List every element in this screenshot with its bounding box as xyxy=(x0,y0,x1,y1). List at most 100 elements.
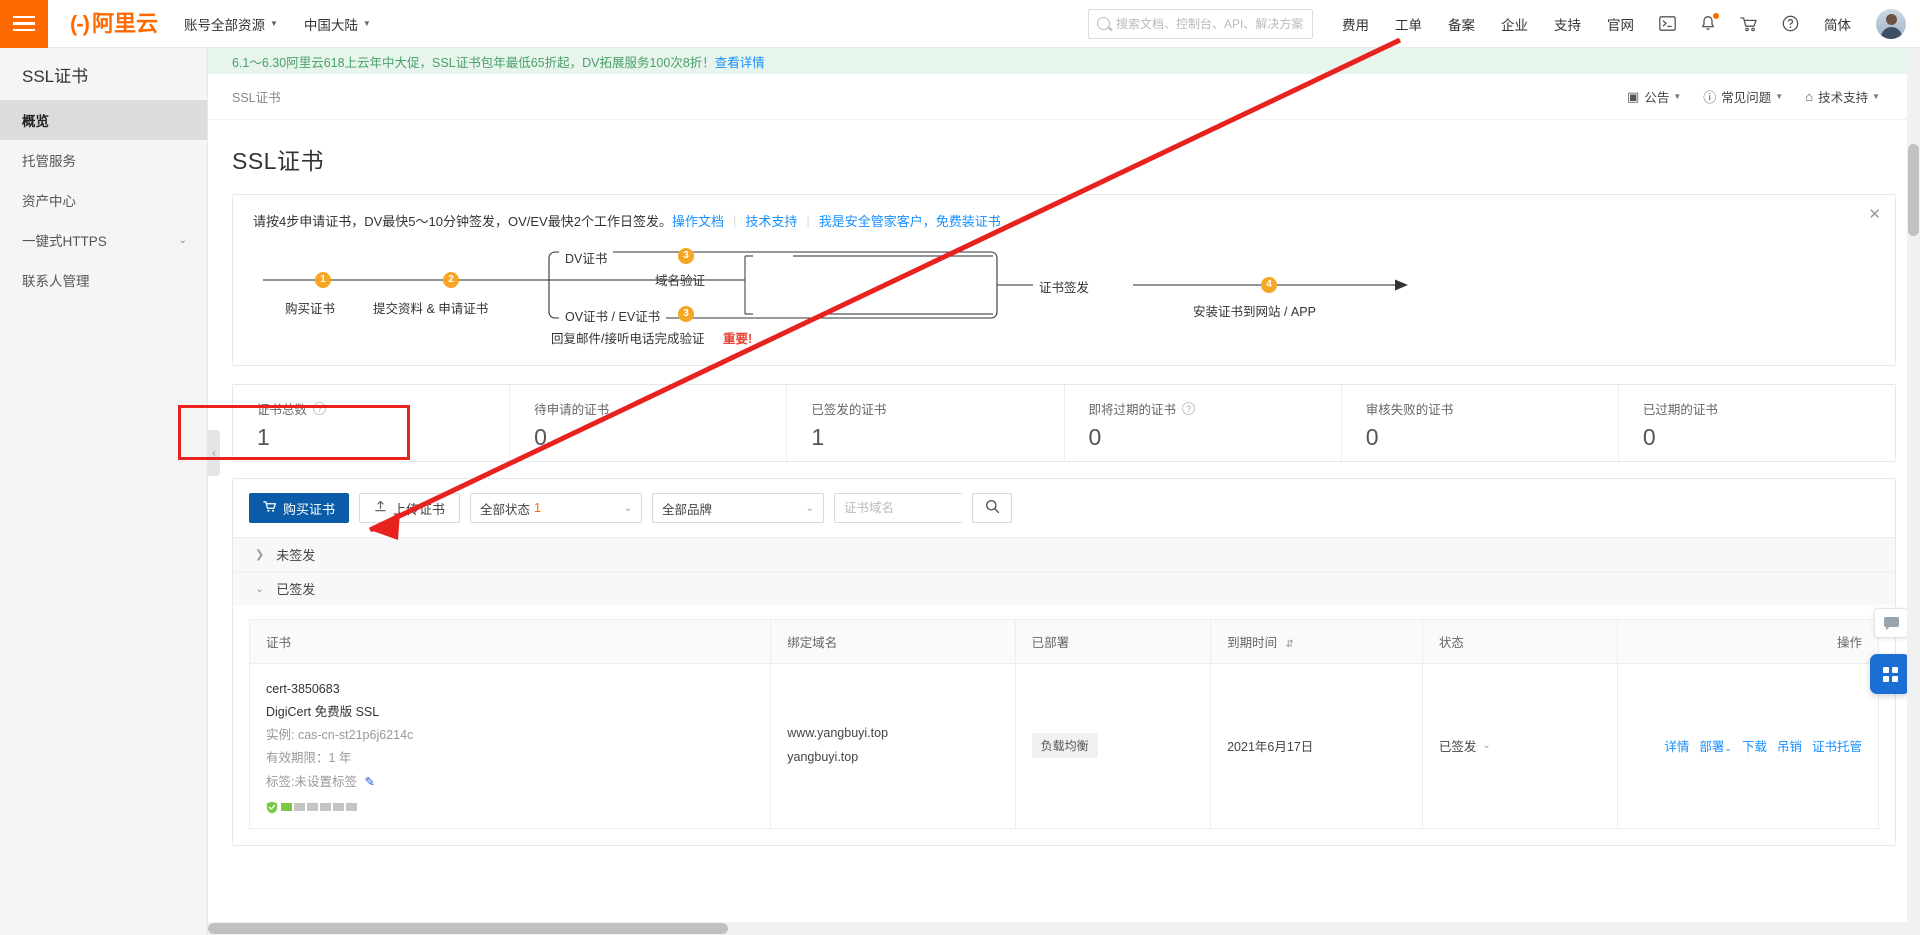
col-expire-time: 到期时间 ⇵ xyxy=(1210,619,1423,664)
domain-search-input[interactable] xyxy=(834,493,963,523)
close-icon[interactable]: ✕ xyxy=(1868,207,1881,222)
status-filter-select[interactable]: 全部状态 1 ⌄ xyxy=(470,493,643,523)
promo-banner: 6.1～6.30阿里云618上云年中大促，SSL证书包年最低65折起，DV拓展服… xyxy=(208,48,1920,74)
deployed-chip: 负载均衡 xyxy=(1031,733,1098,759)
group-unissued[interactable]: ❯ 未签发 xyxy=(233,537,1895,571)
nav-link-website[interactable]: 官网 xyxy=(1607,14,1634,34)
guide-link-support[interactable]: 技术支持 xyxy=(745,211,797,230)
global-search-input[interactable] xyxy=(1116,16,1304,31)
top-header-bar: (-) 阿里云 账号全部资源 ▼ 中国大陆 ▼ 费用 工单 备案 企业 支持 官… xyxy=(0,0,1920,48)
help-icon[interactable]: ? xyxy=(1182,402,1196,415)
vertical-scrollbar-thumb[interactable] xyxy=(1908,144,1919,236)
chevron-down-icon: ⌄ xyxy=(623,502,633,514)
cell-actions: 详情 部署⌄ 下载 吊销 证书托管 xyxy=(1618,664,1879,829)
flow-step-3-dv-badge: 3 xyxy=(678,248,694,264)
stat-value: 0 xyxy=(1365,424,1379,450)
nav-link-icp[interactable]: 备案 xyxy=(1448,14,1475,34)
guide-card: ✕ 请按4步申请证书，DV最快5～10分钟签发，OV/EV最快2个工作日签发。 … xyxy=(232,194,1896,366)
chevron-down-icon: ▼ xyxy=(362,19,371,28)
flow-step-2-label: 提交资料 & 申请证书 xyxy=(373,302,489,316)
action-detail[interactable]: 详情 xyxy=(1664,736,1689,755)
action-download[interactable]: 下载 xyxy=(1742,736,1767,755)
help-icon[interactable]: ? xyxy=(313,402,327,415)
action-deploy-label: 部署 xyxy=(1699,740,1725,755)
vertical-scrollbar[interactable] xyxy=(1907,48,1920,935)
shield-icon xyxy=(266,801,278,814)
nav-link-fees[interactable]: 费用 xyxy=(1342,14,1369,34)
nav-link-tickets[interactable]: 工单 xyxy=(1395,14,1422,34)
chevron-down-icon: ▼ xyxy=(1775,92,1784,101)
chevron-right-icon: ❯ xyxy=(255,549,265,561)
sidebar-collapse-handle[interactable]: ‹ xyxy=(208,430,220,476)
terminal-icon[interactable] xyxy=(1659,16,1676,31)
promo-detail-link[interactable]: 查看详情 xyxy=(715,52,765,71)
stat-label: 证书总数 ? xyxy=(257,399,509,418)
sidebar-item-one-click-https[interactable]: 一键式HTTPS ⌄ xyxy=(0,220,207,260)
upload-certificate-button[interactable]: 上传证书 xyxy=(359,493,461,523)
stat-total-certificates: 证书总数 ? 1 xyxy=(233,385,511,461)
brand-filter-select[interactable]: 全部品牌 ⌄ xyxy=(652,493,825,523)
divider: | xyxy=(732,213,737,228)
chevron-down-icon: ⌄ xyxy=(178,234,187,246)
search-button[interactable] xyxy=(972,493,1013,523)
sidebar-item-contact-management[interactable]: 联系人管理 xyxy=(0,260,207,300)
certificate-id: cert-3850683 xyxy=(266,682,340,696)
group-issued[interactable]: ⌄ 已签发 xyxy=(233,571,1895,605)
stat-pending-certificates: 待申请的证书 0 xyxy=(510,385,788,461)
hamburger-icon[interactable] xyxy=(0,0,48,48)
announcement-icon: ▣ xyxy=(1627,88,1640,104)
tech-support-button[interactable]: ⌂ 技术支持 ▼ xyxy=(1805,87,1880,106)
avatar[interactable] xyxy=(1876,8,1906,39)
chat-icon[interactable] xyxy=(1874,608,1908,638)
cart-icon[interactable] xyxy=(1740,16,1758,32)
chevron-down-icon[interactable]: ⌄ xyxy=(1482,740,1490,751)
table-body: cert-3850683 DigiCert 免费版 SSL 实例: cas-cn… xyxy=(249,663,1879,829)
edit-icon[interactable]: ✎ xyxy=(364,775,374,789)
flow-step-2-badge: 2 xyxy=(443,272,459,288)
horizontal-scrollbar[interactable] xyxy=(208,922,1907,935)
language-switcher[interactable]: 简体 xyxy=(1824,14,1851,34)
guide-link-free-install[interactable]: 我是安全管家客户，免费装证书 xyxy=(819,211,1001,230)
cell-deployed: 负载均衡 xyxy=(1015,663,1212,829)
faq-button[interactable]: ⓘ 常见问题 ▼ xyxy=(1703,87,1783,106)
table-row: cert-3850683 DigiCert 免费版 SSL 实例: cas-cn… xyxy=(249,663,1879,829)
help-icon[interactable] xyxy=(1782,15,1799,32)
aliyun-logo[interactable]: (-) 阿里云 xyxy=(70,10,158,36)
page-header-actions: ▣ 公告 ▼ ⓘ 常见问题 ▼ ⌂ 技术支持 ▼ xyxy=(1627,87,1880,106)
cell-certificate: cert-3850683 DigiCert 免费版 SSL 实例: cas-cn… xyxy=(249,663,772,829)
cart-icon xyxy=(263,500,277,516)
sidebar-item-asset-center[interactable]: 资产中心 xyxy=(0,180,207,220)
upload-icon xyxy=(374,500,387,516)
chevron-down-icon: ▼ xyxy=(270,19,278,28)
nav-link-enterprise[interactable]: 企业 xyxy=(1501,14,1528,34)
stat-label-text: 即将过期的证书 xyxy=(1088,403,1177,417)
global-search-box[interactable] xyxy=(1088,8,1313,39)
sidebar-item-label: 一键式HTTPS xyxy=(22,234,107,249)
aliyun-logo-mark: (-) xyxy=(70,10,90,36)
guide-link-docs[interactable]: 操作文档 xyxy=(672,211,724,230)
flow-important-note: 重要! xyxy=(723,332,753,346)
action-revoke[interactable]: 吊销 xyxy=(1777,736,1802,755)
apps-grid-icon[interactable] xyxy=(1870,654,1910,694)
sidebar-item-overview[interactable]: 概览 xyxy=(0,100,207,140)
sidebar-item-managed-service[interactable]: 托管服务 xyxy=(0,140,207,180)
certificate-tag-row: 标签:未设置标签 ✎ xyxy=(266,771,754,794)
action-deploy[interactable]: 部署⌄ xyxy=(1699,736,1732,755)
row-action-links: 详情 部署⌄ 下载 吊销 证书托管 xyxy=(1634,736,1862,755)
breadcrumb[interactable]: SSL证书 xyxy=(232,87,281,106)
sort-icon[interactable]: ⇵ xyxy=(1286,639,1294,650)
resource-scope-dropdown[interactable]: 账号全部资源 ▼ xyxy=(184,14,278,34)
col-certificate: 证书 xyxy=(249,619,772,664)
stat-value: 0 xyxy=(534,424,547,450)
buy-certificate-button[interactable]: 购买证书 xyxy=(249,493,350,523)
apps-grid-shape xyxy=(1882,666,1898,682)
nav-link-support[interactable]: 支持 xyxy=(1554,14,1581,34)
action-managed-hosting[interactable]: 证书托管 xyxy=(1812,736,1862,755)
page-body: SSL证书 ✕ 请按4步申请证书，DV最快5～10分钟签发，OV/EV最快2个工… xyxy=(208,120,1920,935)
horizontal-scrollbar-thumb[interactable] xyxy=(208,923,728,934)
announcement-button[interactable]: ▣ 公告 ▼ xyxy=(1627,87,1681,106)
bell-icon[interactable] xyxy=(1700,13,1719,32)
region-dropdown[interactable]: 中国大陆 ▼ xyxy=(304,14,371,34)
stat-expiring-certificates: 即将过期的证书 ? 0 xyxy=(1065,385,1342,461)
col-status: 状态 xyxy=(1422,619,1619,664)
